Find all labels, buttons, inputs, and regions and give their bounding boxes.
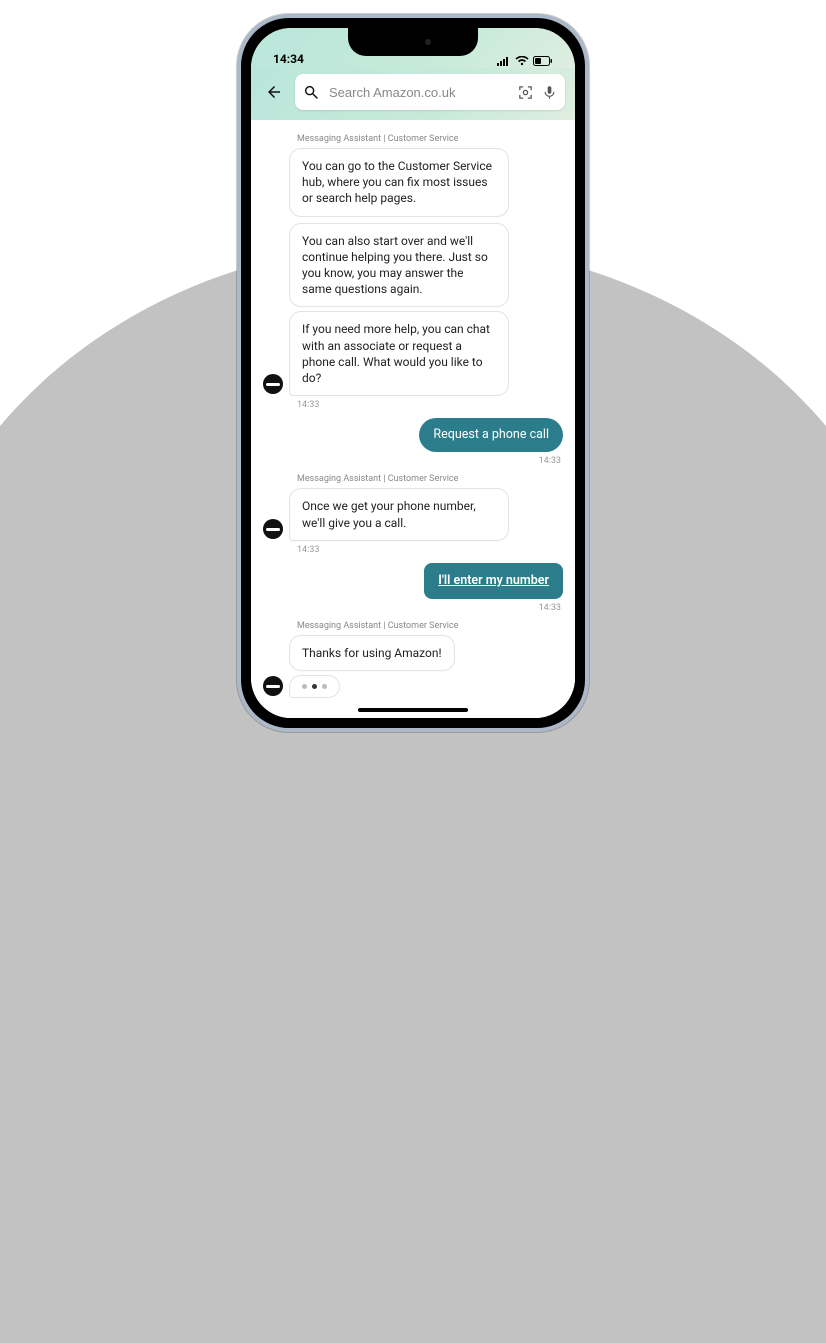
typing-row: [263, 675, 563, 698]
timestamp: 14:33: [263, 456, 561, 466]
timestamp: 14:33: [263, 603, 561, 613]
assistant-message-group: You can go to the Customer Service hub, …: [263, 148, 563, 307]
search-icon: [303, 84, 319, 100]
sender-label: Messaging Assistant | Customer Service: [297, 621, 563, 631]
typing-indicator: [289, 675, 340, 698]
sender-label: Messaging Assistant | Customer Service: [297, 134, 563, 144]
assistant-avatar: [263, 519, 283, 539]
home-indicator[interactable]: [358, 708, 468, 712]
search-box[interactable]: [295, 74, 565, 110]
app-header: [251, 68, 575, 120]
battery-icon: [533, 56, 553, 66]
phone-frame: 14:34: [237, 14, 589, 732]
assistant-message: You can also start over and we'll contin…: [289, 223, 509, 308]
status-icons: [497, 56, 553, 66]
assistant-avatar: [263, 374, 283, 394]
sender-label: Messaging Assistant | Customer Service: [297, 474, 563, 484]
user-message-row: I'll enter my number: [263, 563, 563, 599]
timestamp: 14:33: [297, 400, 563, 410]
assistant-message: You can go to the Customer Service hub, …: [289, 148, 509, 217]
assistant-avatar: [263, 676, 283, 696]
lens-icon[interactable]: [517, 84, 534, 101]
search-input[interactable]: [327, 84, 509, 101]
phone-notch: [348, 28, 478, 56]
wifi-icon: [515, 56, 529, 66]
back-button[interactable]: [261, 79, 287, 105]
assistant-message: Thanks for using Amazon!: [289, 635, 455, 671]
user-message[interactable]: I'll enter my number: [424, 563, 563, 599]
assistant-message: If you need more help, you can chat with…: [289, 311, 509, 396]
assistant-message-row: Once we get your phone number, we'll giv…: [263, 488, 563, 540]
user-message: Request a phone call: [419, 418, 563, 452]
chat-thread[interactable]: Messaging Assistant | Customer Service Y…: [251, 120, 575, 718]
assistant-message-row: Thanks for using Amazon!: [263, 635, 563, 671]
assistant-message: Once we get your phone number, we'll giv…: [289, 488, 509, 540]
status-time: 14:34: [273, 52, 304, 66]
phone-screen: 14:34: [251, 28, 575, 718]
user-message-row: Request a phone call: [263, 418, 563, 452]
signal-icon: [497, 56, 511, 66]
timestamp: 14:33: [297, 545, 563, 555]
assistant-message-row: If you need more help, you can chat with…: [263, 311, 563, 396]
mic-icon[interactable]: [542, 84, 557, 101]
